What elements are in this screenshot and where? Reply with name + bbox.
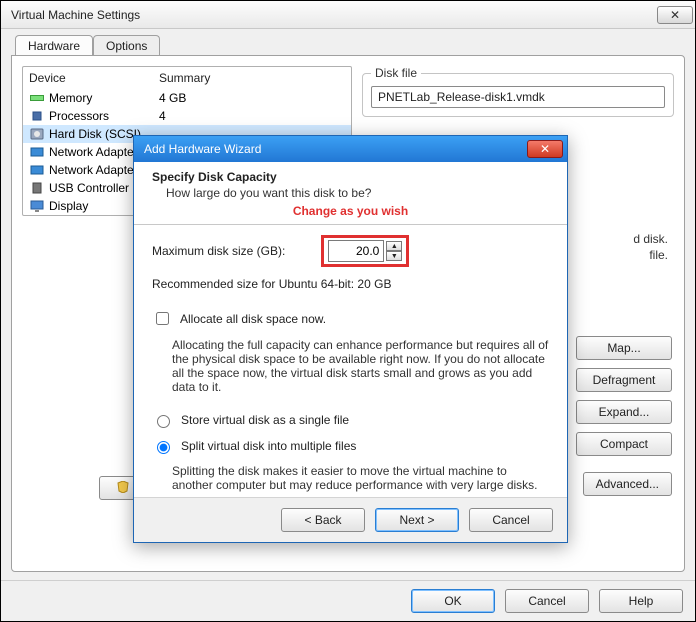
max-size-label: Maximum disk size (GB): bbox=[152, 244, 285, 258]
split-help-text: Splitting the disk makes it easier to mo… bbox=[172, 464, 549, 492]
device-name: Processors bbox=[49, 109, 109, 123]
cpu-icon bbox=[29, 109, 45, 123]
wizard-heading: Specify Disk Capacity bbox=[152, 170, 549, 184]
col-summary: Summary bbox=[159, 71, 210, 85]
shield-icon bbox=[117, 481, 129, 496]
back-button[interactable]: < Back bbox=[281, 508, 365, 532]
wizard-cancel-button[interactable]: Cancel bbox=[469, 508, 553, 532]
usb-icon bbox=[29, 181, 45, 195]
allocate-now-label: Allocate all disk space now. bbox=[180, 312, 326, 326]
annotation-highlight: ▲ ▼ bbox=[321, 235, 409, 267]
spin-buttons: ▲ ▼ bbox=[386, 240, 402, 262]
device-summary: 4 GB bbox=[159, 91, 345, 105]
map-button[interactable]: Map... bbox=[576, 336, 672, 360]
ok-button[interactable]: OK bbox=[411, 589, 495, 613]
device-summary: 4 bbox=[159, 109, 345, 123]
spin-up-button[interactable]: ▲ bbox=[386, 241, 402, 251]
dialog-buttons: OK Cancel Help bbox=[1, 580, 695, 621]
wizard-titlebar: Add Hardware Wizard ✕ bbox=[134, 136, 567, 162]
device-name: Memory bbox=[49, 91, 92, 105]
wizard-title: Add Hardware Wizard bbox=[144, 142, 527, 156]
recommended-text: Recommended size for Ubuntu 64-bit: 20 G… bbox=[152, 277, 549, 291]
disk-utility-buttons: Map... Defragment Expand... Compact bbox=[576, 336, 672, 456]
single-file-label: Store virtual disk as a single file bbox=[181, 413, 349, 427]
col-device: Device bbox=[29, 71, 159, 85]
device-name: Network Adapter bbox=[49, 145, 138, 159]
info-text-fragment: file. bbox=[649, 248, 668, 262]
device-list-header: Device Summary bbox=[23, 67, 351, 89]
wizard-subheading: How large do you want this disk to be? bbox=[166, 186, 549, 200]
tab-strip: Hardware Options bbox=[11, 35, 685, 56]
defragment-button[interactable]: Defragment bbox=[576, 368, 672, 392]
expand-button[interactable]: Expand... bbox=[576, 400, 672, 424]
titlebar: Virtual Machine Settings ✕ bbox=[1, 1, 695, 29]
allocate-now-checkbox[interactable] bbox=[156, 312, 169, 325]
single-file-radio[interactable] bbox=[157, 415, 170, 428]
max-size-row: Maximum disk size (GB): ▲ ▼ bbox=[152, 235, 549, 267]
wizard-buttons: < Back Next > Cancel bbox=[134, 497, 567, 542]
advanced-button[interactable]: Advanced... bbox=[583, 472, 672, 496]
disk-icon bbox=[29, 127, 45, 141]
single-file-row[interactable]: Store virtual disk as a single file bbox=[152, 412, 549, 428]
device-name: Hard Disk (SCSI) bbox=[49, 127, 141, 141]
window-close-button[interactable]: ✕ bbox=[657, 6, 693, 24]
device-name: Network Adapter bbox=[49, 163, 138, 177]
allocate-help-text: Allocating the full capacity can enhance… bbox=[172, 338, 549, 394]
spin-down-button[interactable]: ▼ bbox=[386, 251, 402, 261]
cancel-button[interactable]: Cancel bbox=[505, 589, 589, 613]
window-title: Virtual Machine Settings bbox=[11, 8, 655, 22]
disk-file-field[interactable] bbox=[371, 86, 665, 108]
device-row[interactable]: Memory 4 GB bbox=[23, 89, 351, 107]
wizard-header: Specify Disk Capacity How large do you w… bbox=[134, 162, 567, 225]
info-text-fragment: d disk. bbox=[633, 232, 668, 246]
disk-file-legend: Disk file bbox=[371, 66, 421, 80]
device-row[interactable]: Processors 4 bbox=[23, 107, 351, 125]
settings-window: Virtual Machine Settings ✕ Hardware Opti… bbox=[0, 0, 696, 622]
disk-file-group: Disk file bbox=[362, 66, 674, 117]
tab-options[interactable]: Options bbox=[93, 35, 160, 56]
close-icon: ✕ bbox=[670, 8, 680, 22]
close-icon: ✕ bbox=[540, 142, 550, 156]
device-name: Display bbox=[49, 199, 88, 213]
device-name: USB Controller bbox=[49, 181, 129, 195]
compact-button[interactable]: Compact bbox=[576, 432, 672, 456]
help-button[interactable]: Help bbox=[599, 589, 683, 613]
split-files-radio[interactable] bbox=[157, 441, 170, 454]
tab-hardware[interactable]: Hardware bbox=[15, 35, 93, 56]
add-hardware-wizard: Add Hardware Wizard ✕ Specify Disk Capac… bbox=[133, 135, 568, 543]
split-files-label: Split virtual disk into multiple files bbox=[181, 439, 356, 453]
display-icon bbox=[29, 199, 45, 213]
max-size-input[interactable] bbox=[328, 240, 384, 262]
wizard-close-button[interactable]: ✕ bbox=[527, 140, 563, 158]
nic-icon bbox=[29, 163, 45, 177]
wizard-body: Maximum disk size (GB): ▲ ▼ Recommended … bbox=[134, 225, 567, 497]
nic-icon bbox=[29, 145, 45, 159]
memory-icon bbox=[29, 91, 45, 105]
allocate-row[interactable]: Allocate all disk space now. bbox=[152, 309, 549, 328]
split-files-row[interactable]: Split virtual disk into multiple files bbox=[152, 438, 549, 454]
next-button[interactable]: Next > bbox=[375, 508, 459, 532]
annotation-text: Change as you wish bbox=[152, 204, 549, 218]
